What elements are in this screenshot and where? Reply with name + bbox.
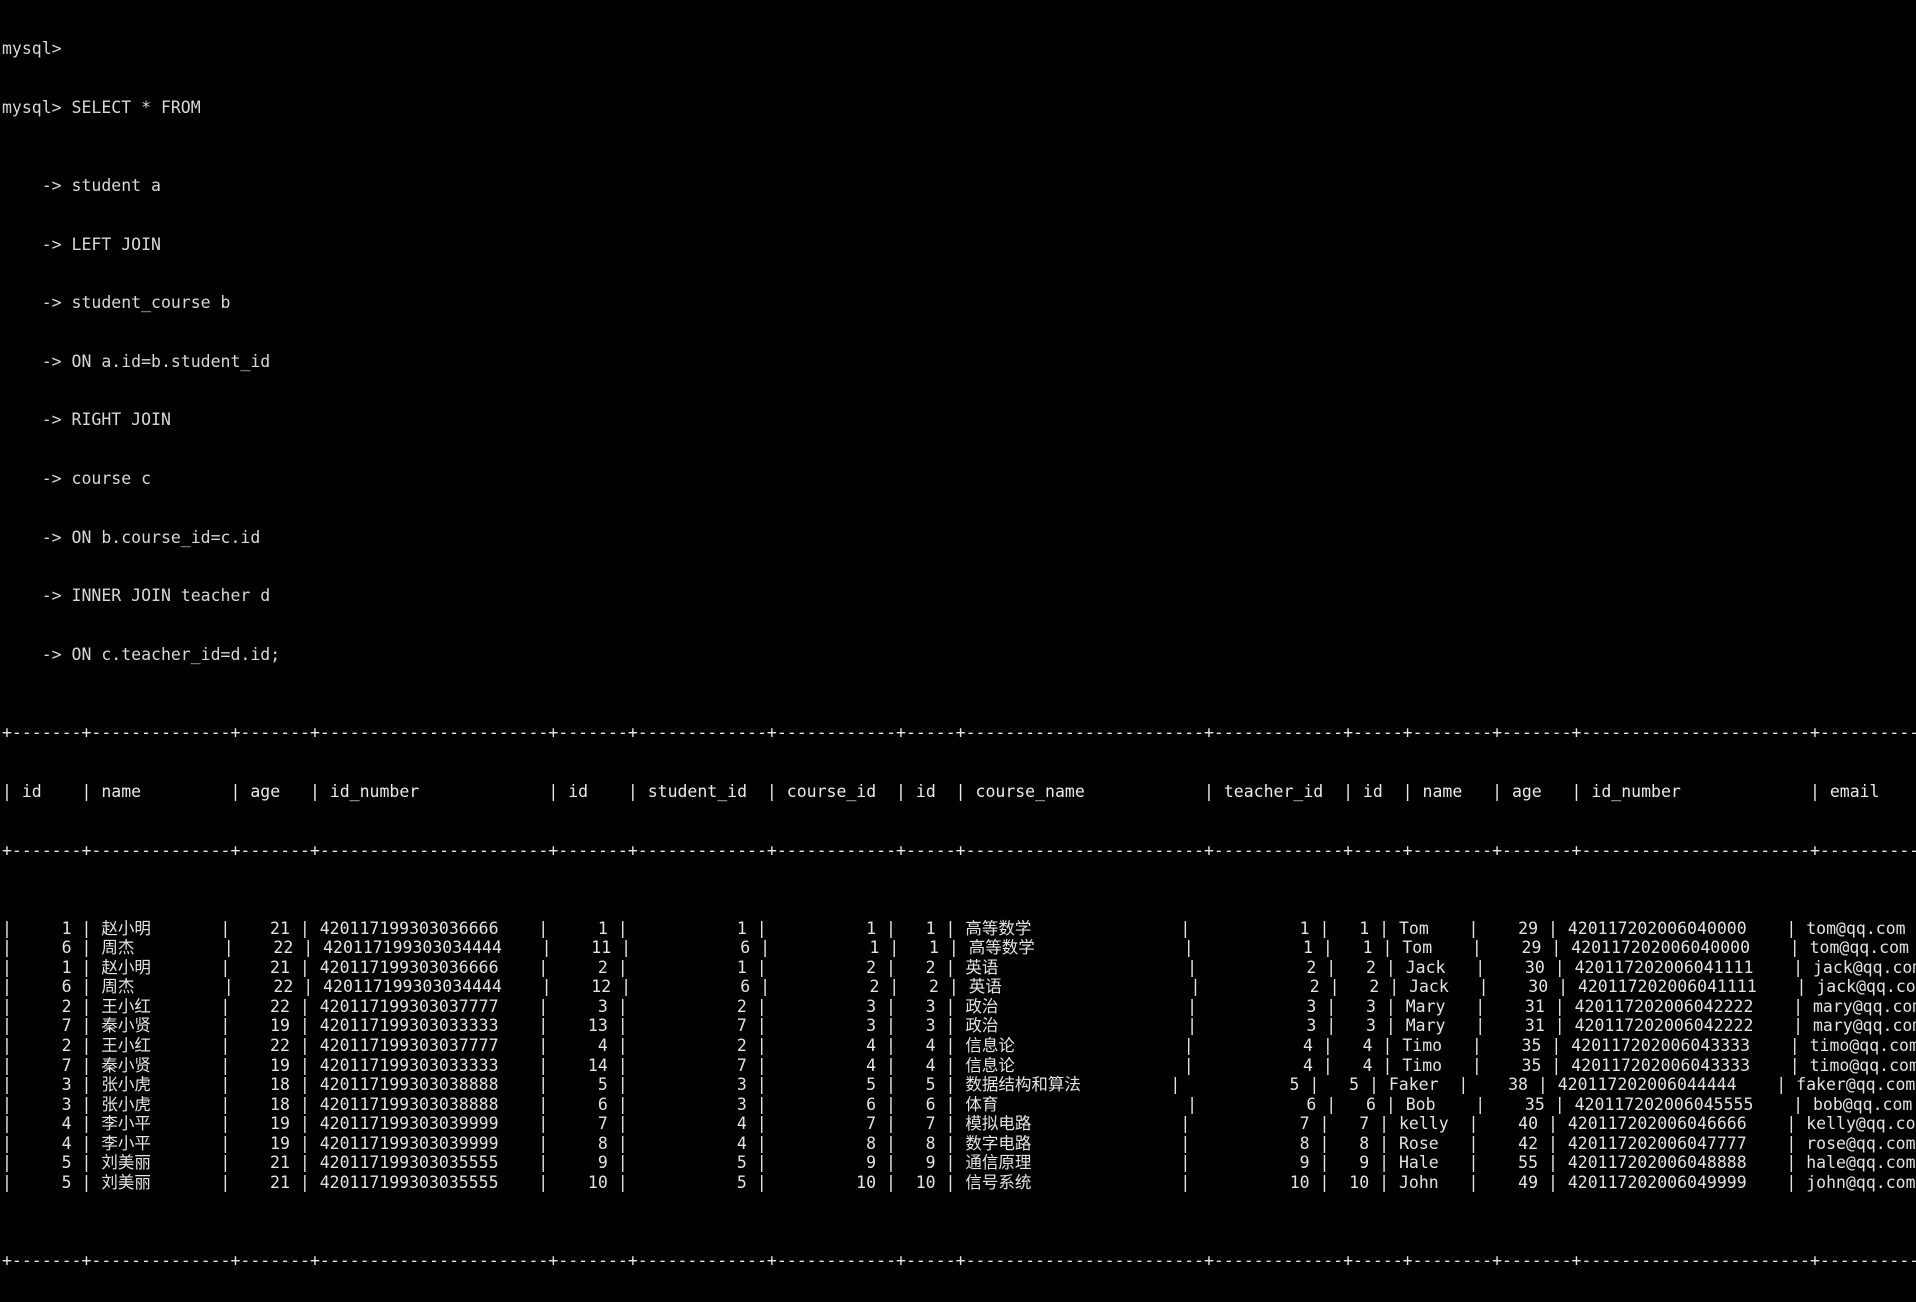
prompt-line: mysql>	[2, 39, 62, 59]
table-bottom-border: +-------+--------------+-------+--------…	[2, 1251, 1916, 1270]
sql-continuation-line: -> student_course b	[2, 293, 231, 313]
table-row: | 3 | 张小虎 | 18 | 420117199303038888 | 6 …	[2, 1094, 1916, 1114]
table-row: | 1 | 赵小明 | 21 | 420117199303036666 | 2 …	[2, 957, 1916, 977]
sql-continuation-line: -> LEFT JOIN	[2, 234, 161, 254]
table-row: | 2 | 王小红 | 22 | 420117199303037777 | 3 …	[2, 996, 1916, 1016]
table-row: | 7 | 秦小贤 | 19 | 420117199303033333 | 14…	[2, 1055, 1916, 1075]
sql-continuation-line: -> ON c.teacher_id=d.id;	[2, 645, 281, 665]
table-row: | 5 | 刘美丽 | 21 | 420117199303035555 | 9 …	[2, 1153, 1916, 1173]
table-header-row: | id | name | age | id_number | id | stu…	[2, 781, 1916, 801]
table-top-border: +-------+--------------+-------+--------…	[2, 723, 1916, 743]
terminal-screen[interactable]: mysql> mysql> SELECT * FROM -> student a…	[0, 0, 1916, 1270]
sql-continuation-line: -> ON b.course_id=c.id	[2, 527, 261, 547]
table-row: | 4 | 李小平 | 19 | 420117199303039999 | 8 …	[2, 1133, 1916, 1153]
sql-command-line: mysql> SELECT * FROM	[2, 97, 201, 117]
table-row: | 4 | 李小平 | 19 | 420117199303039999 | 7 …	[2, 1114, 1916, 1134]
sql-continuation-line: -> ON a.id=b.student_id	[2, 351, 271, 371]
sql-continuation-line: -> INNER JOIN teacher d	[2, 586, 271, 606]
sql-continuation-line: -> RIGHT JOIN	[2, 410, 171, 430]
table-body: | 1 | 赵小明 | 21 | 420117199303036666 | 1 …	[2, 919, 1916, 1193]
table-row: | 6 | 周杰 | 22 | 420117199303034444 | 12 …	[2, 977, 1916, 997]
table-row: | 1 | 赵小明 | 21 | 420117199303036666 | 1 …	[2, 918, 1916, 938]
table-row: | 2 | 王小红 | 22 | 420117199303037777 | 4 …	[2, 1035, 1916, 1055]
sql-continuation-line: -> student a	[2, 175, 161, 195]
table-header-border: +-------+--------------+-------+--------…	[2, 840, 1916, 860]
sql-continuation-line: -> course c	[2, 469, 152, 489]
table-row: | 3 | 张小虎 | 18 | 420117199303038888 | 5 …	[2, 1075, 1916, 1095]
table-row: | 5 | 刘美丽 | 21 | 420117199303035555 | 10…	[2, 1172, 1916, 1192]
table-row: | 6 | 周杰 | 22 | 420117199303034444 | 11 …	[2, 938, 1916, 958]
table-row: | 7 | 秦小贤 | 19 | 420117199303033333 | 13…	[2, 1016, 1916, 1036]
